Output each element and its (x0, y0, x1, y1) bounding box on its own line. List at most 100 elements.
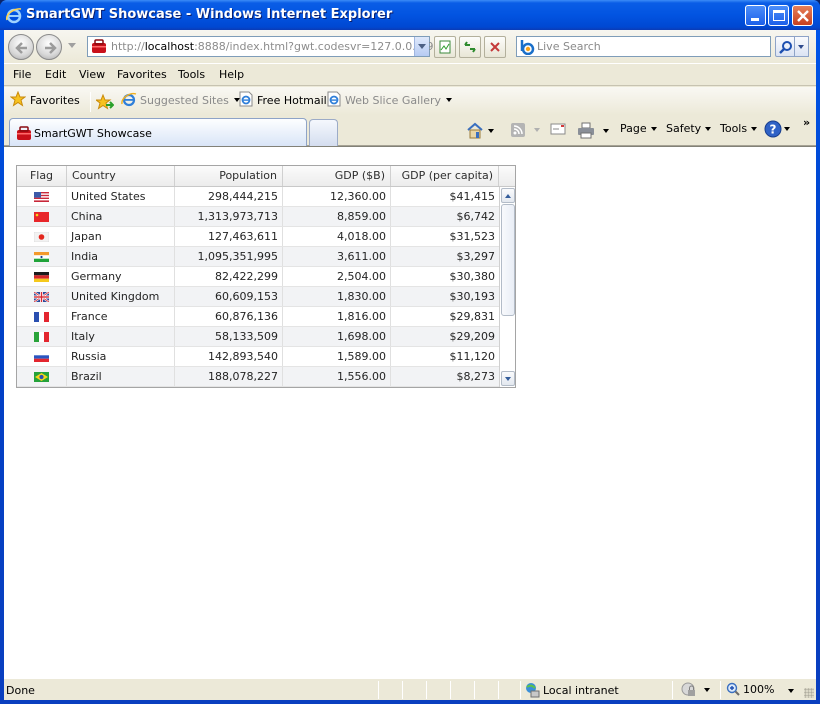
column-header-flag[interactable]: Flag (17, 166, 67, 186)
status-separator (378, 681, 379, 699)
web-slice-gallery[interactable]: Web Slice Gallery (326, 91, 453, 107)
gdp-per-capita-cell: $29,831 (449, 310, 496, 323)
scroll-down-button[interactable] (501, 371, 515, 386)
column-header-gdp[interactable]: GDP ($B) (283, 166, 391, 186)
address-dropdown[interactable] (414, 37, 429, 56)
gdp-per-capita-cell: $30,380 (449, 270, 496, 283)
free-hotmail-link[interactable]: Free Hotmail (238, 91, 327, 107)
grid-header: Flag Country Population GDP ($B) GDP (pe… (17, 166, 515, 187)
browser-chrome: http://localhost:8888/index.html?gwt.cod… (4, 30, 816, 146)
gdp-per-capita-cell: $8,273 (456, 370, 496, 383)
toolbar-overflow-button[interactable]: » (803, 116, 810, 129)
zoom-button[interactable]: 100% (726, 682, 774, 696)
menu-file[interactable]: File (13, 68, 31, 81)
gdp-cell: 1,589.00 (283, 347, 391, 366)
menu-help[interactable]: Help (219, 68, 244, 81)
chevron-down-icon (603, 128, 609, 133)
flag-it-icon (34, 332, 49, 342)
home-button[interactable] (466, 122, 494, 139)
back-button[interactable] (8, 34, 34, 60)
gdp-cell: 8,859.00 (283, 207, 391, 226)
safety-menu[interactable]: Safety (666, 122, 712, 135)
flag-cell (17, 247, 67, 266)
gdp-cell: 12,360.00 (283, 187, 391, 206)
flag-cell (17, 367, 67, 386)
menu-edit[interactable]: Edit (45, 68, 66, 81)
favorites-button[interactable]: Favorites (10, 91, 80, 107)
table-row[interactable]: United States 298,444,215 12,360.00 $41,415 (17, 187, 499, 207)
flag-cell (17, 227, 67, 246)
print-button[interactable] (577, 122, 609, 139)
gdp-per-capita-cell: $29,209 (449, 330, 496, 343)
read-mail-button[interactable] (550, 122, 566, 136)
address-bar[interactable]: http://localhost:8888/index.html?gwt.cod… (87, 36, 447, 57)
population-cell: 1,313,973,713 (175, 207, 283, 226)
stop-button[interactable] (484, 36, 506, 58)
star-icon (10, 91, 26, 107)
menu-favorites[interactable]: Favorites (117, 68, 167, 81)
new-tab-button[interactable] (309, 119, 338, 146)
table-row[interactable]: Japan 127,463,611 4,018.00 $31,523 (17, 227, 499, 247)
tab-smartgwt-showcase[interactable]: SmartGWT Showcase (9, 118, 307, 146)
minimize-icon (751, 18, 759, 21)
address-url[interactable]: http://localhost:8888/index.html?gwt.cod… (111, 40, 447, 53)
table-row[interactable]: China 1,313,973,713 8,859.00 $6,742 (17, 207, 499, 227)
scroll-thumb[interactable] (501, 204, 515, 316)
magnifier-icon (779, 41, 792, 54)
refresh-button[interactable] (459, 36, 481, 58)
forward-button[interactable] (36, 34, 62, 60)
zoom-dropdown[interactable] (788, 689, 794, 693)
close-window-button[interactable] (792, 5, 813, 26)
minimize-button[interactable] (745, 5, 766, 26)
column-header-population[interactable]: Population (175, 166, 283, 186)
help-icon: ? (764, 120, 782, 138)
table-row[interactable]: Italy 58,133,509 1,698.00 $29,209 (17, 327, 499, 347)
maximize-button[interactable] (768, 5, 789, 26)
table-row[interactable]: Germany 82,422,299 2,504.00 $30,380 (17, 267, 499, 287)
gdp-cell: 1,698.00 (283, 327, 391, 346)
search-go-button[interactable] (775, 36, 795, 57)
table-row[interactable]: India 1,095,351,995 3,611.00 $3,297 (17, 247, 499, 267)
status-separator (520, 681, 521, 699)
forward-arrow-icon (45, 42, 57, 54)
ie-document-icon (239, 91, 253, 107)
refresh-icon (464, 41, 476, 53)
chevron-down-icon (446, 98, 453, 102)
country-cell: Brazil (67, 367, 175, 386)
vertical-scrollbar[interactable] (499, 187, 515, 387)
flag-cell (17, 327, 67, 346)
help-menu[interactable]: ? (764, 120, 790, 138)
menu-tools[interactable]: Tools (178, 68, 205, 81)
gdp-per-capita-cell: $30,193 (449, 290, 496, 303)
column-header-country[interactable]: Country (67, 166, 175, 186)
recent-pages-dropdown[interactable] (68, 43, 76, 48)
stop-icon (490, 42, 500, 52)
compatibility-view-button[interactable] (434, 36, 456, 58)
search-box[interactable] (516, 36, 771, 57)
scroll-up-button[interactable] (501, 188, 515, 203)
table-row[interactable]: France 60,876,136 1,816.00 $29,831 (17, 307, 499, 327)
rss-feed-icon (511, 123, 525, 137)
tools-menu[interactable]: Tools (720, 122, 758, 135)
page-menu[interactable]: Page (620, 122, 657, 135)
chevron-down-icon (705, 126, 712, 131)
feeds-button[interactable] (510, 122, 540, 138)
add-to-favorites-icon[interactable] (96, 94, 114, 110)
table-row[interactable]: Russia 142,893,540 1,589.00 $11,120 (17, 347, 499, 367)
country-cell: Germany (67, 267, 175, 286)
menu-view[interactable]: View (79, 68, 105, 81)
suggested-sites[interactable]: Suggested Sites (121, 92, 240, 107)
table-row[interactable]: Brazil 188,078,227 1,556.00 $8,273 (17, 367, 499, 387)
country-cell: Japan (67, 227, 175, 246)
resize-grip[interactable] (804, 688, 814, 698)
table-row[interactable]: United Kingdom 60,609,153 1,830.00 $30,193 (17, 287, 499, 307)
search-options-dropdown[interactable] (795, 36, 809, 57)
status-separator (672, 681, 673, 699)
status-separator (426, 681, 427, 699)
status-separator (474, 681, 475, 699)
search-input[interactable] (537, 39, 767, 54)
chevron-down-icon (784, 127, 790, 131)
maximize-icon (773, 10, 785, 21)
protected-mode-button[interactable] (680, 682, 710, 698)
column-header-gdp-per-capita[interactable]: GDP (per capita) (391, 166, 499, 186)
